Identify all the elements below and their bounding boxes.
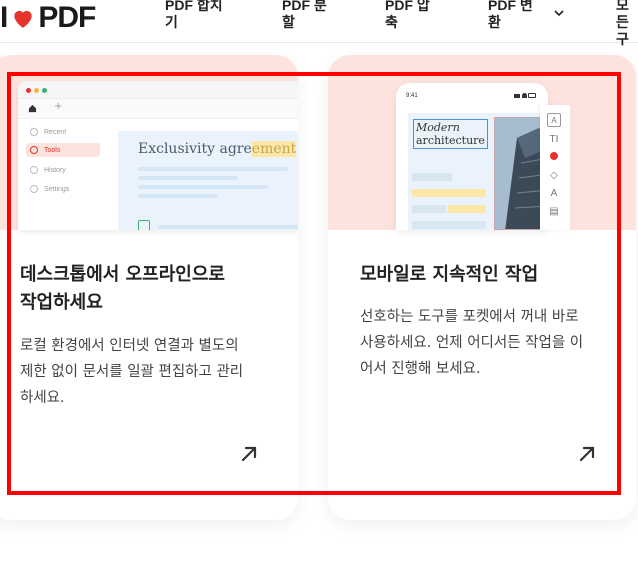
sidebar-item-history: History: [26, 163, 100, 177]
text-tool-icon: A: [547, 113, 561, 127]
form-icon: ▤: [549, 206, 559, 217]
sidebar-item-label: History: [44, 166, 66, 174]
card-title-line: 작업하세요: [20, 292, 103, 313]
document-title: Exclusivity agreement: [138, 141, 297, 157]
arrow-up-right-icon[interactable]: [576, 443, 598, 465]
nav-label: 할: [282, 14, 295, 30]
desktop-card[interactable]: + Recent Tools History Settings Exclusiv…: [0, 55, 298, 520]
nav-label: PDF 분: [282, 0, 327, 13]
heart-icon: [14, 10, 33, 28]
card-title-line: 모바일로 지속적인 작업: [360, 264, 539, 285]
window-dot: [42, 88, 47, 93]
architecture-text: architecture: [416, 134, 485, 147]
nav-all-tools[interactable]: 모든 구: [616, 0, 638, 48]
text-line: [412, 221, 486, 229]
gear-icon: [30, 185, 38, 193]
nav-label: PDF 압: [385, 0, 430, 13]
logo-pdf: PDF: [38, 1, 96, 34]
modern-text: Modern: [416, 121, 460, 134]
card-description-line: 하세요.: [20, 390, 65, 406]
nav-label: 환: [488, 14, 501, 30]
signature-icon: A: [550, 188, 558, 199]
chevron-down-icon[interactable]: [552, 6, 566, 20]
window-tabbar: +: [18, 99, 298, 119]
mobile-card[interactable]: 9:41 Modern architecture A TI ◇ A ▤ 모바일로…: [328, 55, 636, 520]
text-line: [138, 176, 238, 180]
wrench-icon: [30, 146, 38, 154]
text-line: [412, 173, 452, 181]
status-time: 9:41: [406, 93, 418, 99]
logo-i: I: [0, 1, 8, 34]
nav-label: 구: [616, 31, 629, 47]
ilovepdf-logo[interactable]: I PDF: [0, 0, 96, 36]
text-format-icon: TI: [549, 134, 559, 145]
card-title: 데스크톱에서 오프라인으로 작업하세요: [20, 261, 225, 317]
window-dot: [26, 88, 31, 93]
sidebar-item-settings: Settings: [26, 182, 100, 196]
sidebar-item-recent: Recent: [26, 125, 100, 139]
nav-label: PDF 변: [488, 0, 533, 13]
sidebar-item-label: Settings: [44, 185, 70, 193]
clock-icon: [30, 128, 38, 136]
nav-label: 기: [165, 14, 178, 30]
document-preview: Exclusivity agreement: [118, 131, 298, 230]
text-selection-box: Modern architecture: [413, 119, 488, 149]
sidebar-item-tools: Tools: [26, 143, 100, 157]
signal-battery-icon: [514, 93, 536, 98]
card-title-line: 데스크톱에서 오프라인으로: [20, 264, 225, 285]
text-line: [158, 225, 298, 229]
nav-merge-pdf[interactable]: PDF 합치 기: [165, 0, 223, 31]
sidebar-item-label: Tools: [44, 146, 61, 154]
top-nav-bar: I PDF PDF 합치 기 PDF 분 할 PDF 압 축 PDF 변 환 모…: [0, 0, 638, 47]
window-dot: [34, 88, 39, 93]
desktop-app-mockup: + Recent Tools History Settings Exclusiv…: [18, 81, 298, 230]
text-line: [412, 205, 446, 213]
sidebar-item-label: Recent: [44, 128, 67, 136]
desktop-sidebar: Recent Tools History Settings: [18, 119, 108, 230]
color-icon: [547, 151, 561, 165]
nav-label: PDF 합치: [165, 0, 223, 13]
card-description-line: 사용하세요. 언제 어디서든 작업을 이: [360, 335, 584, 351]
nav-convert-pdf[interactable]: PDF 변 환: [488, 0, 533, 31]
highlight-line: [448, 205, 486, 213]
mobile-document: Modern architecture: [408, 113, 548, 230]
nav-split-pdf[interactable]: PDF 분 할: [282, 0, 327, 31]
arrow-up-right-icon[interactable]: [238, 443, 260, 465]
history-icon: [30, 166, 38, 174]
text-line: [138, 194, 218, 198]
card-description-line: 로컬 환경에서 인터넷 연결과 별도의: [20, 338, 239, 354]
nav-label: 축: [385, 14, 398, 30]
checkbox-icon: [138, 220, 150, 230]
card-description-line: 제한 없이 문서를 일괄 편집하고 관리: [20, 364, 244, 380]
card-title: 모바일로 지속적인 작업: [360, 261, 538, 289]
card-description: 선호하는 도구를 포켓에서 꺼내 바로 사용하세요. 언제 어디서든 작업을 이…: [360, 304, 583, 382]
mobile-illustration: 9:41 Modern architecture A TI ◇ A ▤: [328, 55, 636, 230]
home-icon: [28, 104, 37, 113]
document-title-text: Exclusivity agre: [138, 141, 252, 157]
text-line: [138, 185, 268, 189]
mobile-app-mockup: 9:41 Modern architecture: [396, 83, 548, 230]
highlight-line: [412, 189, 486, 197]
eraser-icon: ◇: [550, 170, 558, 181]
card-description-line: 어서 진행해 보세요.: [360, 361, 481, 377]
window-titlebar: [18, 81, 298, 99]
document-title-highlight: ement: [251, 141, 297, 157]
card-description: 로컬 환경에서 인터넷 연결과 별도의 제한 없이 문서를 일괄 편집하고 관리…: [20, 333, 243, 411]
card-description-line: 선호하는 도구를 포켓에서 꺼내 바로: [360, 309, 579, 325]
nav-compress-pdf[interactable]: PDF 압 축: [385, 0, 430, 31]
desktop-illustration: + Recent Tools History Settings Exclusiv…: [0, 55, 298, 230]
mobile-tool-rail: A TI ◇ A ▤: [540, 105, 570, 230]
plus-icon: +: [54, 101, 63, 112]
text-line: [138, 167, 288, 171]
nav-label: 모든: [616, 0, 629, 30]
